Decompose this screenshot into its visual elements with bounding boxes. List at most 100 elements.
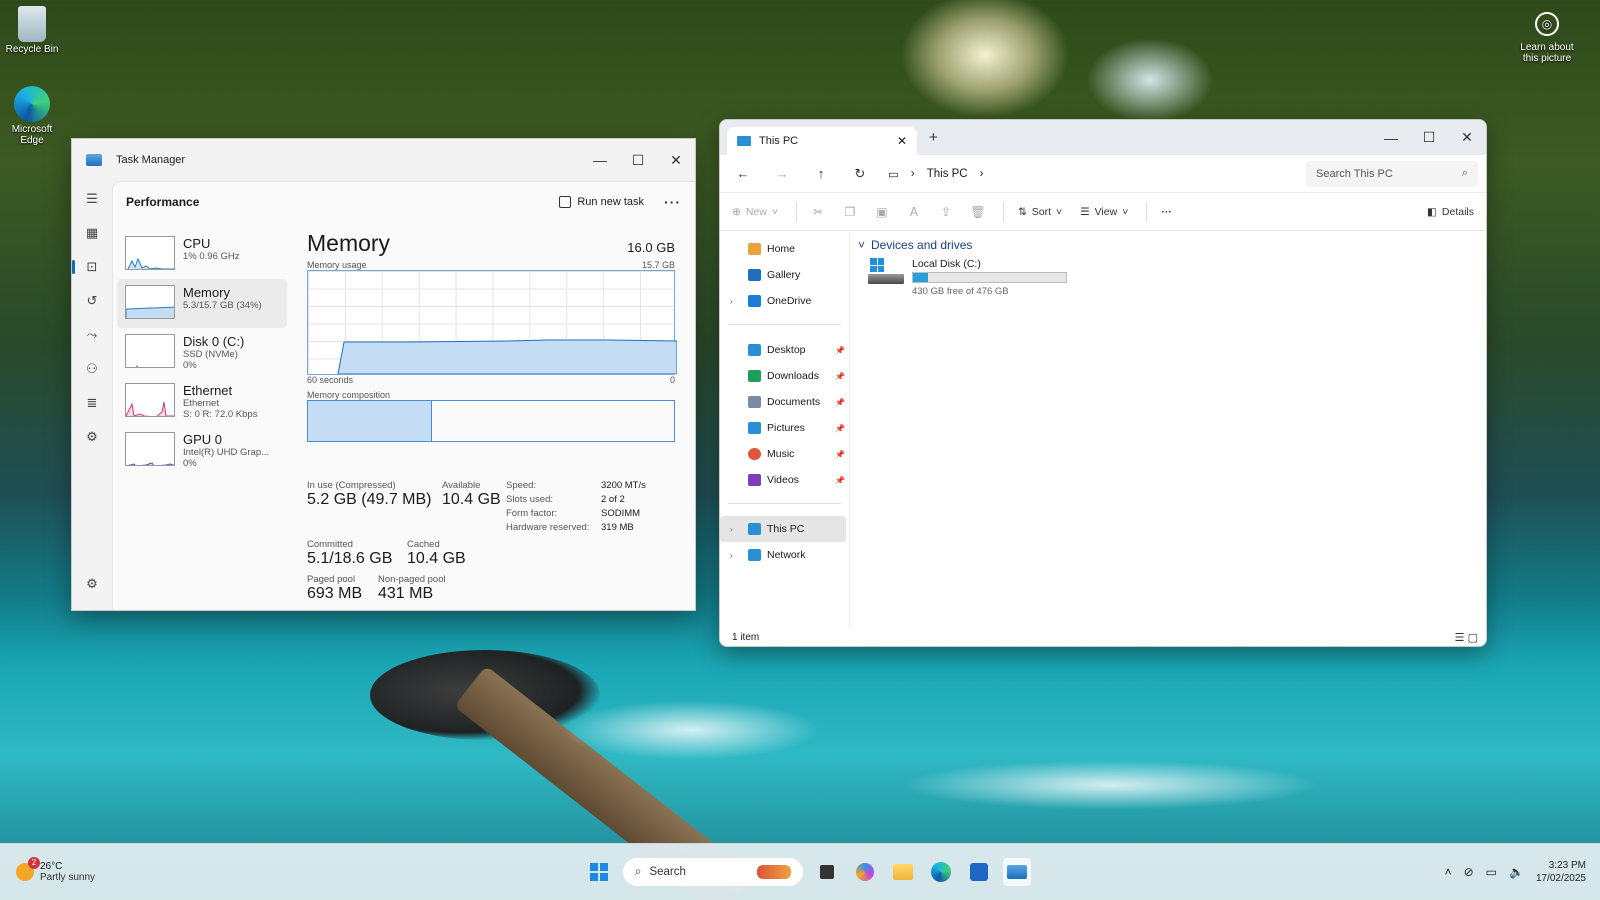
sidebar-item-onedrive[interactable]: › OneDrive [720, 288, 849, 314]
maximize-button[interactable]: ☐ [1410, 122, 1448, 154]
maximize-button[interactable]: ☐ [619, 144, 657, 176]
edge-taskbar-button[interactable] [927, 858, 955, 886]
tab-this-pc[interactable]: This PC ✕ [727, 127, 917, 155]
startup-apps-icon[interactable]: ⤳ [76, 319, 108, 351]
users-icon[interactable]: ⚇ [76, 353, 108, 385]
app-history-icon[interactable]: ↺ [76, 285, 108, 317]
minimize-button[interactable]: — [1372, 122, 1410, 154]
more-options-icon[interactable]: ··· [1161, 206, 1172, 218]
close-button[interactable]: ✕ [1448, 122, 1486, 154]
status-bar: 1 item ☰ ▢ [720, 628, 1486, 646]
sidebar-item-label: Pictures [767, 422, 805, 434]
task-manager-taskbar-button[interactable] [1003, 858, 1031, 886]
view-toggle[interactable]: ☰ ▢ [1455, 631, 1478, 644]
delete-icon[interactable]: 🗑 [970, 205, 985, 219]
sort-button[interactable]: ⇅ Sort ˅ [1018, 206, 1062, 218]
details-button[interactable]: ◧ Details [1427, 206, 1474, 218]
sidebar-item-home[interactable]: Home [720, 236, 849, 262]
start-button[interactable] [585, 858, 613, 886]
search-input[interactable]: Search This PC ⌕ [1306, 160, 1478, 187]
network-icon [748, 549, 761, 561]
weather-temp: 26°C [40, 861, 63, 872]
sidebar-item-network[interactable]: › Network [720, 542, 849, 568]
close-tab-icon[interactable]: ✕ [897, 134, 907, 148]
folder-icon [893, 864, 913, 880]
details-view-icon[interactable]: ☰ [1455, 632, 1465, 644]
run-new-task-button[interactable]: Run new task [551, 192, 652, 212]
clock[interactable]: 3:23 PM 17/02/2025 [1536, 859, 1586, 885]
tm-titlebar[interactable]: Task Manager — ☐ ✕ [72, 139, 695, 181]
network-status-icon[interactable]: ⊘ [1464, 865, 1474, 879]
sidebar-item-desktop[interactable]: Desktop 📌 [720, 337, 849, 363]
recycle-bin-shortcut[interactable]: Recycle Bin [0, 6, 64, 55]
copy-icon[interactable]: ❐ [843, 205, 857, 219]
learn-about-picture[interactable]: ◎ Learn about this picture [1512, 12, 1582, 64]
sidebar-item-pictures[interactable]: Pictures 📌 [720, 415, 849, 441]
drive-local-disk-c[interactable]: Local Disk (C:) 430 GB free of 476 GB [868, 258, 1478, 297]
new-tab-button[interactable]: + [929, 129, 938, 146]
chevron-up-icon[interactable]: ˄ [1445, 865, 1452, 879]
pin-icon: 📌 [835, 371, 845, 381]
edge-shortcut[interactable]: Microsoft Edge [0, 86, 64, 146]
tiles-view-icon[interactable]: ▢ [1468, 632, 1478, 644]
ethernet-thumbnail-graph [125, 383, 175, 417]
taskbar-search[interactable]: ⌕ Search [623, 858, 803, 886]
up-arrow-icon[interactable]: ↑ [806, 160, 836, 188]
performance-icon[interactable]: ⊡ [72, 251, 108, 283]
task-view-button[interactable] [813, 858, 841, 886]
chevron-right-icon[interactable]: › [730, 525, 733, 534]
new-button[interactable]: ⊕ New ˅ [732, 206, 778, 218]
monitor-icon: ▭ [888, 168, 899, 181]
perf-item-ethernet[interactable]: Ethernet Ethernet S: 0 R: 72.0 Kbps [117, 377, 287, 426]
task-manager-icon [1007, 865, 1027, 879]
copilot-button[interactable] [851, 858, 879, 886]
perf-item-sub: 0% [183, 458, 197, 469]
chevron-right-icon[interactable]: › [730, 297, 733, 306]
file-explorer-button[interactable] [889, 858, 917, 886]
sort-label: Sort [1031, 205, 1052, 218]
in-use-value: 5.2 GB (49.7 MB) [307, 491, 432, 508]
store-button[interactable] [965, 858, 993, 886]
perf-item-gpu[interactable]: GPU 0 Intel(R) UHD Grap... 0% [117, 426, 287, 475]
details-icon[interactable]: ≣ [76, 387, 108, 419]
rename-icon[interactable]: Ａ [907, 205, 921, 219]
pin-icon: 📌 [835, 475, 845, 485]
edge-icon [14, 86, 50, 122]
fx-titlebar[interactable]: This PC ✕ + — ☐ ✕ [720, 120, 1486, 155]
chevron-right-icon[interactable]: › [730, 551, 733, 560]
perf-item-cpu[interactable]: CPU 1% 0.96 GHz [117, 230, 287, 279]
search-icon: ⌕ [635, 865, 642, 878]
volume-icon[interactable]: 🔈 [1509, 865, 1524, 879]
close-button[interactable]: ✕ [657, 144, 695, 176]
display-icon[interactable]: ▭ [1486, 865, 1497, 879]
drive-free-space: 430 GB free of 476 GB [912, 286, 1009, 297]
sidebar-item-music[interactable]: Music 📌 [720, 441, 849, 467]
services-icon[interactable]: ⚙ [76, 421, 108, 453]
sidebar-item-documents[interactable]: Documents 📌 [720, 389, 849, 415]
cut-icon[interactable]: ✂ [811, 205, 825, 219]
hamburger-menu-icon[interactable]: ☰ [76, 183, 108, 215]
sidebar-item-gallery[interactable]: Gallery [720, 262, 849, 288]
more-options-icon[interactable]: ··· [664, 194, 681, 210]
sidebar-item-this-pc[interactable]: › This PC [720, 516, 846, 542]
minimize-button[interactable]: — [581, 144, 619, 176]
view-button[interactable]: ☰ View ˅ [1080, 206, 1128, 218]
notification-badge: 2 [28, 857, 40, 869]
share-icon[interactable]: ⇪ [939, 205, 953, 219]
breadcrumb[interactable]: This PC [927, 168, 968, 180]
pin-icon: 📌 [835, 423, 845, 433]
settings-gear-icon[interactable]: ⚙ [76, 568, 108, 600]
forward-arrow-icon[interactable]: → [767, 160, 797, 188]
refresh-icon[interactable]: ↻ [845, 160, 875, 188]
perf-item-memory[interactable]: Memory 5.3/15.7 GB (34%) [117, 279, 287, 328]
back-arrow-icon[interactable]: ← [728, 160, 758, 188]
perf-item-name: GPU 0 [183, 432, 223, 447]
weather-widget[interactable]: 2 26°C Partly sunny [16, 857, 95, 883]
processes-icon[interactable]: ▦ [76, 217, 108, 249]
sidebar-item-videos[interactable]: Videos 📌 [720, 467, 849, 493]
group-header-devices[interactable]: ˅ Devices and drives [858, 238, 1478, 252]
paste-icon[interactable]: ▣ [875, 205, 889, 219]
sidebar-item-downloads[interactable]: Downloads 📌 [720, 363, 849, 389]
address-bar[interactable]: ▭ › This PC › [888, 161, 1288, 187]
perf-item-disk[interactable]: Disk 0 (C:) SSD (NVMe) 0% [117, 328, 287, 377]
